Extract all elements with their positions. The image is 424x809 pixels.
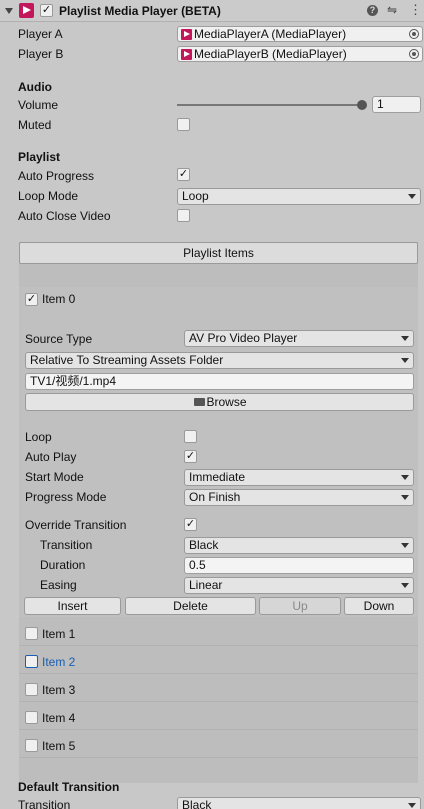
auto-close-video-label: Auto Close Video (18, 209, 111, 223)
override-transition-checkbox[interactable]: ✓ (184, 518, 197, 531)
presets-icon[interactable]: ⇋ (387, 3, 399, 17)
default-transition-label: Transition (18, 798, 71, 809)
auto-play-checkbox[interactable]: ✓ (184, 450, 197, 463)
volume-slider[interactable] (177, 97, 367, 113)
loop-checkbox[interactable] (184, 430, 197, 443)
item-transition-label: Transition (40, 538, 93, 552)
dropdown-arrow-icon (401, 583, 409, 588)
component-title: Playlist Media Player (BETA) (59, 4, 221, 18)
item-label: Item 1 (42, 627, 76, 641)
down-button[interactable]: Down (344, 597, 414, 615)
dropdown-arrow-icon (401, 543, 409, 548)
item-checkbox[interactable] (25, 711, 38, 724)
playlist-items-header-button[interactable]: Playlist Items (19, 242, 418, 264)
help-icon[interactable]: ? (367, 5, 378, 16)
list-item[interactable]: Item 3 (19, 678, 418, 702)
easing-dropdown[interactable]: Linear (184, 577, 414, 594)
muted-label: Muted (18, 118, 52, 132)
path-type-dropdown[interactable]: Relative To Streaming Assets Folder (25, 352, 414, 369)
source-type-label: Source Type (25, 332, 93, 346)
item-label: Item 2 (42, 655, 76, 669)
path-input[interactable]: TV1/视频/1.mp4 (25, 373, 414, 390)
item-0-label[interactable]: Item 0 (42, 290, 75, 308)
volume-label: Volume (18, 98, 59, 112)
dropdown-arrow-icon (401, 475, 409, 480)
default-transition-dropdown[interactable]: Black (177, 797, 421, 809)
media-player-icon (181, 49, 192, 60)
media-player-icon (181, 29, 192, 40)
list-item[interactable]: Item 1 (19, 622, 418, 646)
volume-input[interactable]: 1 (372, 96, 421, 113)
player-a-value: MediaPlayerA (MediaPlayer) (194, 27, 347, 41)
volume-slider-thumb[interactable] (357, 100, 367, 110)
item-label: Item 5 (42, 739, 76, 753)
list-item[interactable]: Item 2 (19, 650, 418, 674)
audio-section-title: Audio (18, 80, 52, 94)
player-a-label: Player A (18, 27, 63, 41)
progress-mode-dropdown[interactable]: On Finish (184, 489, 414, 506)
duration-label: Duration (40, 558, 86, 572)
component-header: ✓ Playlist Media Player (BETA) ? ⇋ ⋮ (0, 0, 424, 22)
player-b-field[interactable]: MediaPlayerB (MediaPlayer) (177, 46, 423, 62)
item-label: Item 4 (42, 711, 76, 725)
dropdown-arrow-icon (401, 336, 409, 341)
auto-progress-label: Auto Progress (18, 169, 95, 183)
default-transition-section-title: Default Transition (18, 780, 120, 794)
item-checkbox[interactable] (25, 655, 38, 668)
context-menu-icon[interactable]: ⋮ (409, 2, 422, 18)
player-b-label: Player B (18, 47, 64, 61)
easing-label: Easing (40, 578, 77, 592)
item-transition-dropdown[interactable]: Black (184, 537, 414, 554)
component-icon (19, 3, 34, 18)
auto-progress-checkbox[interactable]: ✓ (177, 168, 190, 181)
dropdown-arrow-icon (401, 495, 409, 500)
duration-input[interactable]: 0.5 (184, 557, 414, 574)
override-transition-label: Override Transition (25, 518, 127, 532)
delete-button[interactable]: Delete (125, 597, 256, 615)
dropdown-arrow-icon (408, 803, 416, 808)
player-a-field[interactable]: MediaPlayerA (MediaPlayer) (177, 26, 423, 42)
collapse-arrow-icon[interactable] (5, 8, 13, 14)
progress-mode-label: Progress Mode (25, 490, 107, 504)
auto-play-label: Auto Play (25, 450, 77, 464)
muted-checkbox[interactable] (177, 118, 190, 131)
dropdown-arrow-icon (401, 358, 409, 363)
list-item[interactable]: Item 4 (19, 706, 418, 730)
start-mode-label: Start Mode (25, 470, 84, 484)
loop-mode-label: Loop Mode (18, 189, 79, 203)
object-picker-icon[interactable] (409, 49, 419, 59)
folder-icon (194, 398, 205, 406)
item-checkbox[interactable] (25, 683, 38, 696)
up-button[interactable]: Up (259, 597, 341, 615)
component-enabled-checkbox[interactable]: ✓ (40, 4, 53, 17)
source-type-dropdown[interactable]: AV Pro Video Player (184, 330, 414, 347)
loop-label: Loop (25, 430, 52, 444)
item-checkbox[interactable] (25, 627, 38, 640)
player-b-value: MediaPlayerB (MediaPlayer) (194, 47, 347, 61)
item-label: Item 3 (42, 683, 76, 697)
dropdown-arrow-icon (408, 194, 416, 199)
object-picker-icon[interactable] (409, 29, 419, 39)
item-checkbox[interactable] (25, 739, 38, 752)
item-0-checkbox[interactable]: ✓ (25, 293, 38, 306)
playlist-section-title: Playlist (18, 150, 61, 164)
loop-mode-dropdown[interactable]: Loop (177, 188, 421, 205)
browse-button[interactable]: Browse (25, 393, 414, 411)
volume-slider-track (177, 104, 365, 106)
auto-close-video-checkbox[interactable] (177, 209, 190, 222)
start-mode-dropdown[interactable]: Immediate (184, 469, 414, 486)
insert-button[interactable]: Insert (24, 597, 121, 615)
list-item[interactable]: Item 5 (19, 734, 418, 758)
